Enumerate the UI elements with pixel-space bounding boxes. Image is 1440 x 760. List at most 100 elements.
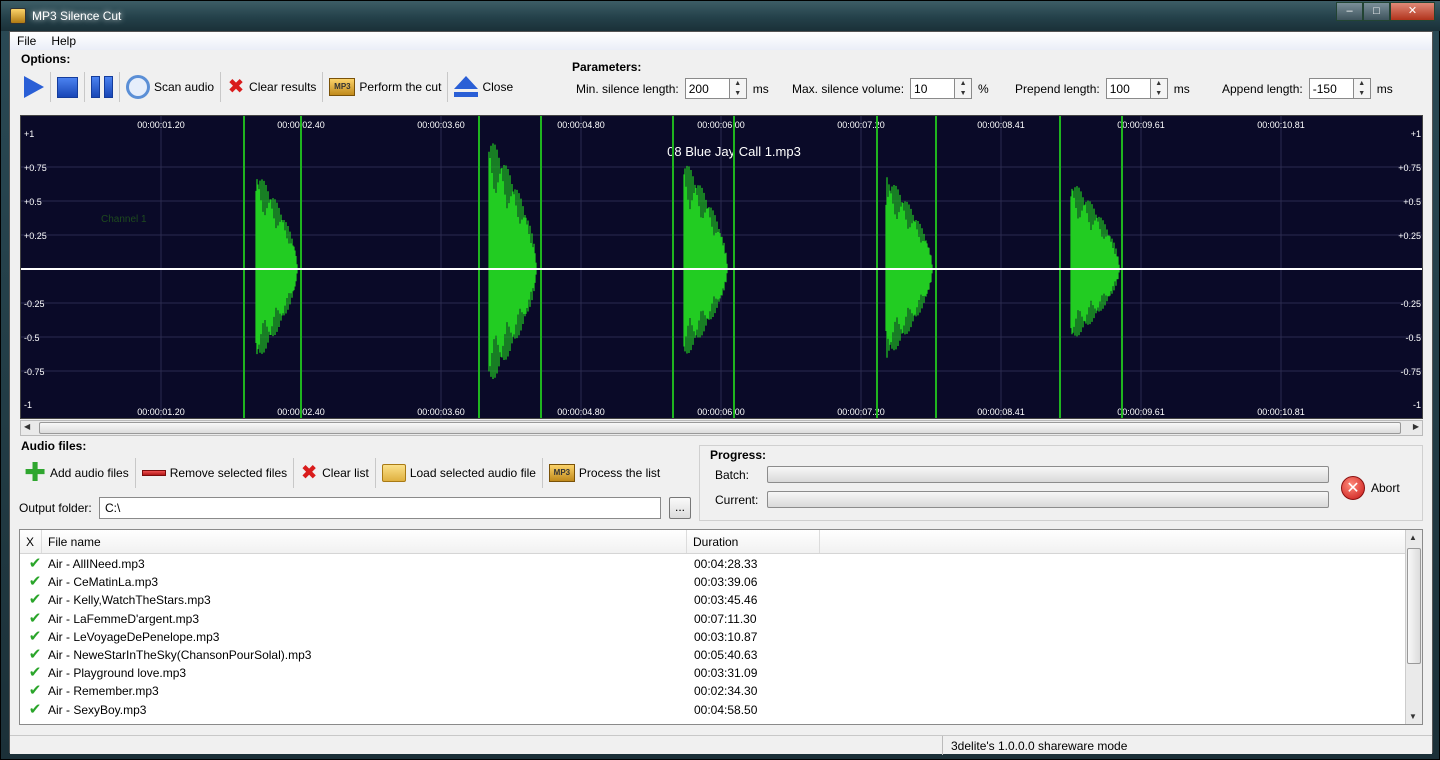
min-silence-unit: ms [752, 81, 769, 96]
prepend-input[interactable]: 100 [1105, 78, 1151, 99]
append-input[interactable]: -150 [1308, 78, 1354, 99]
stop-button[interactable] [51, 72, 85, 102]
file-row[interactable]: ✔ Air - LaFemmeD'argent.mp3 00:07:11.30 [20, 610, 1405, 628]
maximize-button[interactable]: □ [1363, 2, 1390, 21]
spin-up-icon[interactable]: ▲ [730, 79, 746, 89]
scroll-up-icon[interactable]: ▲ [1409, 533, 1417, 542]
close-window-button[interactable]: ✕ [1390, 2, 1435, 21]
prepend-group: Prepend length: 100 ▲ ▼ ms [1015, 78, 1190, 99]
time-label-bottom: 00:00:04.80 [557, 407, 605, 417]
output-folder-input[interactable]: C:\ [99, 497, 661, 519]
checkmark-icon[interactable]: ✔ [24, 664, 46, 682]
column-header-file-name[interactable]: File name [42, 530, 687, 553]
time-label-bottom: 00:00:08.41 [977, 407, 1025, 417]
pause-button[interactable] [85, 72, 120, 102]
waveform-svg: 00:00:01.2000:00:01.2000:00:02.4000:00:0… [21, 116, 1422, 418]
file-row[interactable]: ✔ Air - Remember.mp3 00:02:34.30 [20, 682, 1405, 700]
add-audio-files-button[interactable]: ✚ Add audio files [18, 458, 136, 488]
remove-selected-files-button[interactable]: Remove selected files [136, 458, 295, 488]
file-list-scrollbar[interactable]: ▲ ▼ [1405, 530, 1422, 724]
max-volume-spinner[interactable]: 10 ▲ ▼ [910, 78, 973, 99]
load-selected-audio-button[interactable]: Load selected audio file [376, 458, 543, 488]
checkmark-icon[interactable]: ✔ [24, 628, 46, 646]
spin-up-icon[interactable]: ▲ [1354, 79, 1370, 89]
scan-audio-button[interactable]: Scan audio [120, 72, 222, 102]
file-row[interactable]: ✔ Air - LeVoyageDePenelope.mp3 00:03:10.87 [20, 628, 1405, 646]
file-row[interactable]: ✔ Air - SexyBoy.mp3 00:04:58.50 [20, 701, 1405, 719]
scroll-down-icon[interactable]: ▼ [1409, 712, 1417, 721]
checkmark-icon[interactable]: ✔ [24, 701, 46, 719]
duration-cell: 00:07:11.30 [694, 611, 757, 626]
file-list[interactable]: X File name Duration ✔ Air - AllINeed.mp3… [19, 529, 1423, 725]
play-button[interactable] [18, 72, 51, 102]
play-icon [24, 76, 44, 98]
clear-results-button[interactable]: ✖ Clear results [221, 72, 324, 102]
file-name-cell: Air - Kelly,WatchTheStars.mp3 [48, 593, 211, 608]
column-header-duration[interactable]: Duration [687, 530, 820, 553]
minimize-button[interactable]: – [1336, 2, 1363, 21]
mp3-process-icon: MP3 [548, 464, 575, 482]
menu-file[interactable]: File [10, 32, 44, 50]
clear-list-button[interactable]: ✖ Clear list [294, 458, 376, 488]
max-volume-unit: % [978, 81, 989, 96]
time-label-bottom: 00:00:03.60 [417, 407, 465, 417]
checkmark-icon[interactable]: ✔ [24, 610, 46, 628]
min-silence-spinner[interactable]: 200 ▲ ▼ [684, 78, 747, 99]
checkmark-icon[interactable]: ✔ [24, 646, 46, 664]
current-label: Current: [715, 492, 759, 507]
minus-icon [141, 470, 166, 476]
spin-down-icon[interactable]: ▼ [955, 89, 971, 99]
checkmark-icon[interactable]: ✔ [24, 555, 46, 573]
time-label-top: 00:00:03.60 [417, 120, 465, 130]
browse-button[interactable]: ... [669, 497, 691, 519]
min-silence-input[interactable]: 200 [684, 78, 730, 99]
file-row[interactable]: ✔ Air - NeweStarInTheSky(ChansonPourSolal… [20, 646, 1405, 664]
process-list-button[interactable]: MP3 Process the list [543, 458, 666, 488]
file-row[interactable]: ✔ Air - Playground love.mp3 00:03:31.09 [20, 664, 1405, 682]
file-list-header: X File name Duration [20, 530, 1405, 554]
checkmark-icon[interactable]: ✔ [24, 591, 46, 609]
waveform-display[interactable]: 00:00:01.2000:00:01.2000:00:02.4000:00:0… [20, 115, 1423, 419]
audio-files-label: Audio files: [21, 439, 87, 453]
close-button[interactable]: Close [448, 72, 519, 102]
perform-cut-label: Perform the cut [359, 80, 442, 94]
duration-cell: 00:03:31.09 [694, 666, 758, 681]
file-name-cell: Air - SexyBoy.mp3 [48, 702, 147, 717]
file-row[interactable]: ✔ Air - Kelly,WatchTheStars.mp3 00:03:45.4… [20, 591, 1405, 609]
amplitude-label-right: +0.5 [1403, 197, 1421, 207]
file-row[interactable]: ✔ Air - AllINeed.mp3 00:04:28.33 [20, 555, 1405, 573]
append-spinner[interactable]: -150 ▲ ▼ [1308, 78, 1371, 99]
menu-help[interactable]: Help [44, 32, 84, 50]
spin-down-icon[interactable]: ▼ [1151, 89, 1167, 99]
amplitude-label-right: +0.75 [1398, 163, 1421, 173]
batch-progress-row: Batch: [715, 466, 1329, 483]
file-name-cell: Air - AllINeed.mp3 [48, 557, 145, 572]
checkmark-icon[interactable]: ✔ [24, 682, 46, 700]
spin-up-icon[interactable]: ▲ [955, 79, 971, 89]
eject-icon [454, 76, 479, 98]
scroll-thumb[interactable] [1407, 548, 1421, 664]
spin-down-icon[interactable]: ▼ [1354, 89, 1370, 99]
scroll-thumb[interactable] [39, 422, 1401, 434]
current-progress-row: Current: [715, 491, 1329, 508]
spin-up-icon[interactable]: ▲ [1151, 79, 1167, 89]
checkmark-icon[interactable]: ✔ [24, 573, 46, 591]
title-bar[interactable]: MP3 Silence Cut – □ ✕ [1, 1, 1440, 31]
scroll-right-icon[interactable]: ▶ [1413, 422, 1419, 431]
prepend-spinner[interactable]: 100 ▲ ▼ [1105, 78, 1168, 99]
spin-down-icon[interactable]: ▼ [730, 89, 746, 99]
abort-button[interactable]: ✕ Abort [1341, 476, 1400, 500]
prepend-label: Prepend length: [1015, 81, 1100, 96]
perform-cut-button[interactable]: MP3 Perform the cut [323, 72, 449, 102]
file-row[interactable]: ✔ Air - CeMatinLa.mp3 00:03:39.06 [20, 573, 1405, 591]
time-label-bottom: 00:00:01.20 [137, 407, 185, 417]
waveform-scrollbar[interactable]: ◀ ▶ [20, 420, 1423, 436]
load-selected-label: Load selected audio file [409, 466, 536, 480]
column-header-x[interactable]: X [20, 530, 42, 553]
max-volume-input[interactable]: 10 [910, 78, 956, 99]
file-list-rows: ✔ Air - AllINeed.mp3 00:04:28.33 ✔ Air - CeM… [20, 555, 1405, 719]
amplitude-label-left: +0.75 [24, 163, 47, 173]
amplitude-label-left: -0.75 [24, 367, 45, 377]
waveform-burst [885, 177, 933, 358]
scroll-left-icon[interactable]: ◀ [24, 422, 30, 431]
